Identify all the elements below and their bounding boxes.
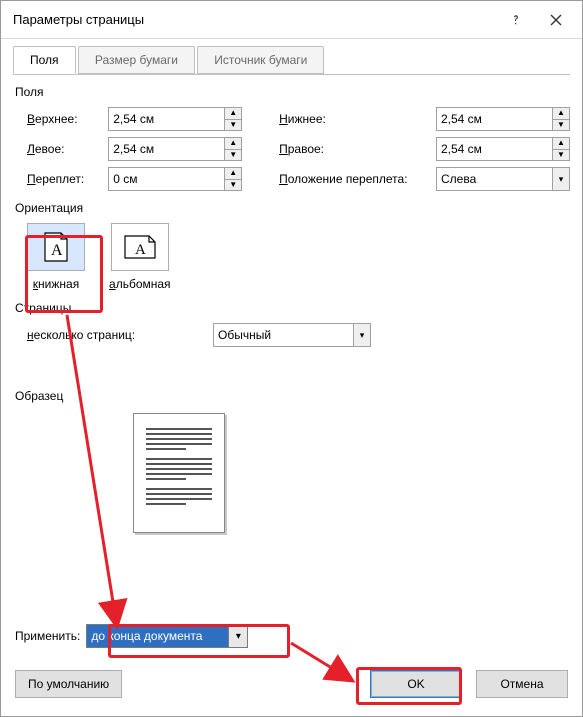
spin-up-icon[interactable]: ▲ bbox=[224, 167, 242, 179]
portrait-icon: A bbox=[27, 223, 85, 271]
multiple-pages-row: несколько страниц: Обычный ▾ bbox=[13, 323, 570, 347]
spin-down-icon[interactable]: ▼ bbox=[224, 179, 242, 192]
svg-text:A: A bbox=[51, 242, 63, 259]
left-margin-input[interactable] bbox=[108, 137, 224, 161]
spin-up-icon[interactable]: ▲ bbox=[552, 137, 570, 149]
dialog-title: Параметры страницы bbox=[13, 12, 496, 27]
spin-up-icon[interactable]: ▲ bbox=[224, 137, 242, 149]
right-margin-input[interactable] bbox=[436, 137, 552, 161]
gutter-position-combo[interactable]: Слева ▾ bbox=[436, 167, 570, 191]
page-setup-dialog: Параметры страницы Поля Размер бумаги Ис… bbox=[0, 0, 583, 717]
chevron-down-icon[interactable]: ▾ bbox=[552, 167, 570, 191]
spin-up-icon[interactable]: ▲ bbox=[552, 107, 570, 119]
gutter-label: Переплет: bbox=[27, 172, 108, 186]
spin-up-icon[interactable]: ▲ bbox=[224, 107, 242, 119]
left-margin-spinner[interactable]: ▲▼ bbox=[108, 137, 242, 161]
help-button[interactable] bbox=[496, 5, 536, 35]
gutter-position-value: Слева bbox=[436, 167, 552, 191]
spin-down-icon[interactable]: ▼ bbox=[224, 119, 242, 132]
tab-fields[interactable]: Поля bbox=[13, 46, 76, 74]
chevron-down-icon[interactable]: ▾ bbox=[228, 624, 248, 648]
apply-to-value: до конца документа bbox=[86, 624, 228, 648]
gutter-input[interactable] bbox=[108, 167, 224, 191]
orientation-landscape[interactable]: A альбомная bbox=[109, 223, 171, 291]
multiple-pages-label: несколько страниц: bbox=[27, 328, 213, 342]
svg-text:A: A bbox=[135, 242, 146, 258]
orientation-portrait[interactable]: A книжная bbox=[27, 223, 85, 291]
gutter-spinner[interactable]: ▲▼ bbox=[108, 167, 242, 191]
gutter-position-label: Положение переплета: bbox=[279, 172, 436, 186]
apply-to-row: Применить: до конца документа ▾ bbox=[15, 624, 248, 648]
preview-pane bbox=[13, 413, 570, 533]
multiple-pages-value: Обычный bbox=[213, 323, 353, 347]
ok-button[interactable]: OK bbox=[370, 670, 462, 698]
help-icon bbox=[510, 14, 522, 26]
top-margin-input[interactable] bbox=[108, 107, 224, 131]
close-icon bbox=[550, 14, 562, 26]
section-pages-label: Страницы bbox=[15, 301, 570, 315]
left-margin-label: Левое: bbox=[27, 142, 108, 156]
multiple-pages-combo[interactable]: Обычный ▾ bbox=[213, 323, 371, 347]
apply-to-label: Применить: bbox=[15, 629, 80, 643]
bottom-margin-input[interactable] bbox=[436, 107, 552, 131]
titlebar: Параметры страницы bbox=[1, 1, 582, 39]
tab-paper-source[interactable]: Источник бумаги bbox=[197, 46, 324, 74]
apply-to-combo[interactable]: до конца документа ▾ bbox=[86, 624, 248, 648]
dialog-button-row: По умолчанию OK Отмена bbox=[15, 670, 568, 698]
orientation-group: A книжная A альбомная bbox=[13, 223, 570, 291]
tab-strip: Поля Размер бумаги Источник бумаги bbox=[13, 45, 570, 75]
section-orientation-label: Ориентация bbox=[15, 201, 570, 215]
bottom-margin-label: Нижнее: bbox=[279, 112, 436, 126]
bottom-margin-spinner[interactable]: ▲▼ bbox=[436, 107, 570, 131]
chevron-down-icon[interactable]: ▾ bbox=[353, 323, 371, 347]
spin-down-icon[interactable]: ▼ bbox=[552, 119, 570, 132]
tab-paper-size[interactable]: Размер бумаги bbox=[78, 46, 195, 74]
cancel-button[interactable]: Отмена bbox=[476, 670, 568, 698]
section-preview-label: Образец bbox=[15, 389, 570, 403]
top-margin-label: Верхнее: bbox=[27, 112, 108, 126]
preview-page-icon bbox=[133, 413, 225, 533]
portrait-label: книжная bbox=[33, 277, 79, 291]
spin-down-icon[interactable]: ▼ bbox=[224, 149, 242, 162]
right-margin-label: Правое: bbox=[279, 142, 436, 156]
top-margin-spinner[interactable]: ▲▼ bbox=[108, 107, 242, 131]
set-default-button[interactable]: По умолчанию bbox=[15, 670, 122, 698]
close-button[interactable] bbox=[536, 5, 576, 35]
landscape-icon: A bbox=[111, 223, 169, 271]
margins-group: Верхнее: ▲▼ Нижнее: ▲▼ Левое: ▲▼ bbox=[13, 107, 570, 191]
spin-down-icon[interactable]: ▼ bbox=[552, 149, 570, 162]
dialog-content: Поля Размер бумаги Источник бумаги Поля … bbox=[13, 45, 570, 704]
landscape-label: альбомная bbox=[109, 277, 171, 291]
section-margins-label: Поля bbox=[15, 85, 570, 99]
right-margin-spinner[interactable]: ▲▼ bbox=[436, 137, 570, 161]
